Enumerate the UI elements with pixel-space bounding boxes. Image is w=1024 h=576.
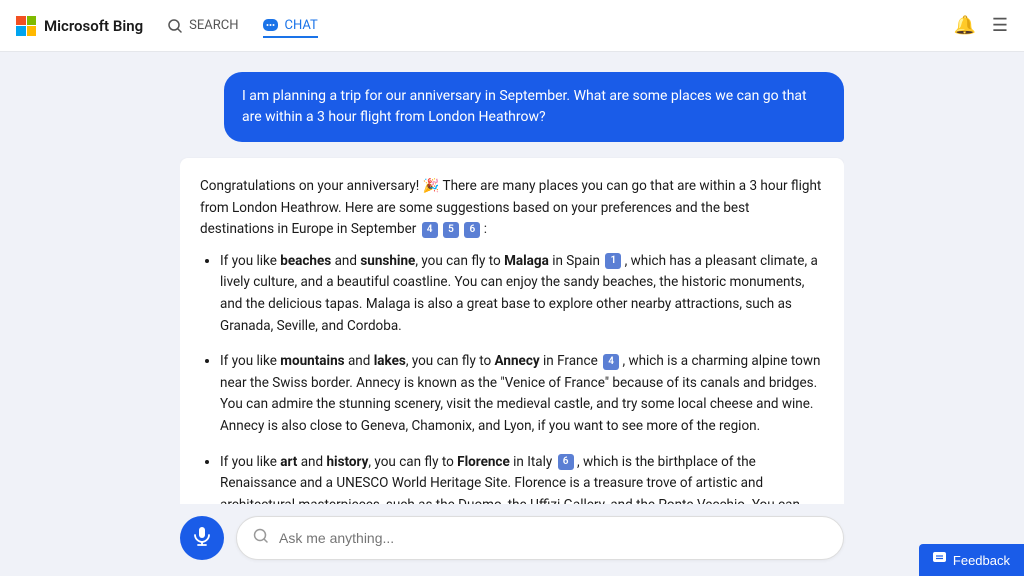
user-message: I am planning a trip for our anniversary…	[224, 72, 844, 142]
chat-nav-icon	[263, 18, 279, 34]
citation-5[interactable]: 5	[443, 222, 459, 238]
microsoft-logo	[16, 16, 36, 36]
chat-input[interactable]	[279, 530, 827, 546]
nav-search[interactable]: SEARCH	[167, 14, 238, 38]
citation-4b[interactable]: 4	[603, 354, 619, 370]
mic-button[interactable]	[180, 516, 224, 560]
search-nav-icon	[167, 18, 183, 34]
logo-red	[16, 16, 26, 26]
user-message-container: I am planning a trip for our anniversary…	[180, 72, 844, 142]
main-nav: SEARCH CHAT	[167, 14, 318, 38]
mic-icon	[193, 526, 211, 551]
header-actions: 🔔 ☰	[953, 15, 1008, 36]
recommendation-florence: If you like art and history, you can fly…	[220, 452, 824, 504]
logo-green	[27, 16, 37, 26]
bot-response: Congratulations on your anniversary! 🎉 T…	[180, 158, 844, 504]
brand-name: Microsoft Bing	[44, 17, 143, 35]
citation-1[interactable]: 1	[605, 253, 621, 269]
header: Microsoft Bing SEARCH CHAT	[0, 0, 1024, 52]
bot-intro: Congratulations on your anniversary! 🎉 T…	[200, 178, 821, 237]
recommendation-annecy: If you like mountains and lakes, you can…	[220, 351, 824, 437]
citation-4[interactable]: 4	[422, 222, 438, 238]
chat-area: I am planning a trip for our anniversary…	[180, 52, 844, 504]
recommendations-list: If you like beaches and sunshine, you ca…	[200, 251, 824, 504]
nav-search-label: SEARCH	[189, 18, 238, 33]
notification-icon[interactable]: 🔔	[953, 15, 975, 36]
citation-6[interactable]: 6	[464, 222, 480, 238]
input-area	[180, 504, 844, 576]
logo-yellow	[27, 26, 37, 36]
feedback-button[interactable]: Feedback	[919, 544, 1024, 576]
feedback-icon	[933, 552, 947, 568]
bot-intro-text: Congratulations on your anniversary! 🎉 T…	[200, 176, 824, 241]
logo-container: Microsoft Bing	[16, 16, 143, 36]
nav-chat[interactable]: CHAT	[263, 14, 318, 38]
nav-chat-label: CHAT	[285, 18, 318, 33]
feedback-label: Feedback	[953, 553, 1010, 568]
main-content: I am planning a trip for our anniversary…	[0, 52, 1024, 576]
recommendation-malaga: If you like beaches and sunshine, you ca…	[220, 251, 824, 337]
colon: :	[484, 221, 487, 237]
input-box	[236, 516, 844, 560]
citation-6b[interactable]: 6	[558, 454, 574, 470]
input-search-icon	[253, 528, 269, 548]
hamburger-icon[interactable]: ☰	[992, 15, 1008, 36]
logo-blue	[16, 26, 26, 36]
